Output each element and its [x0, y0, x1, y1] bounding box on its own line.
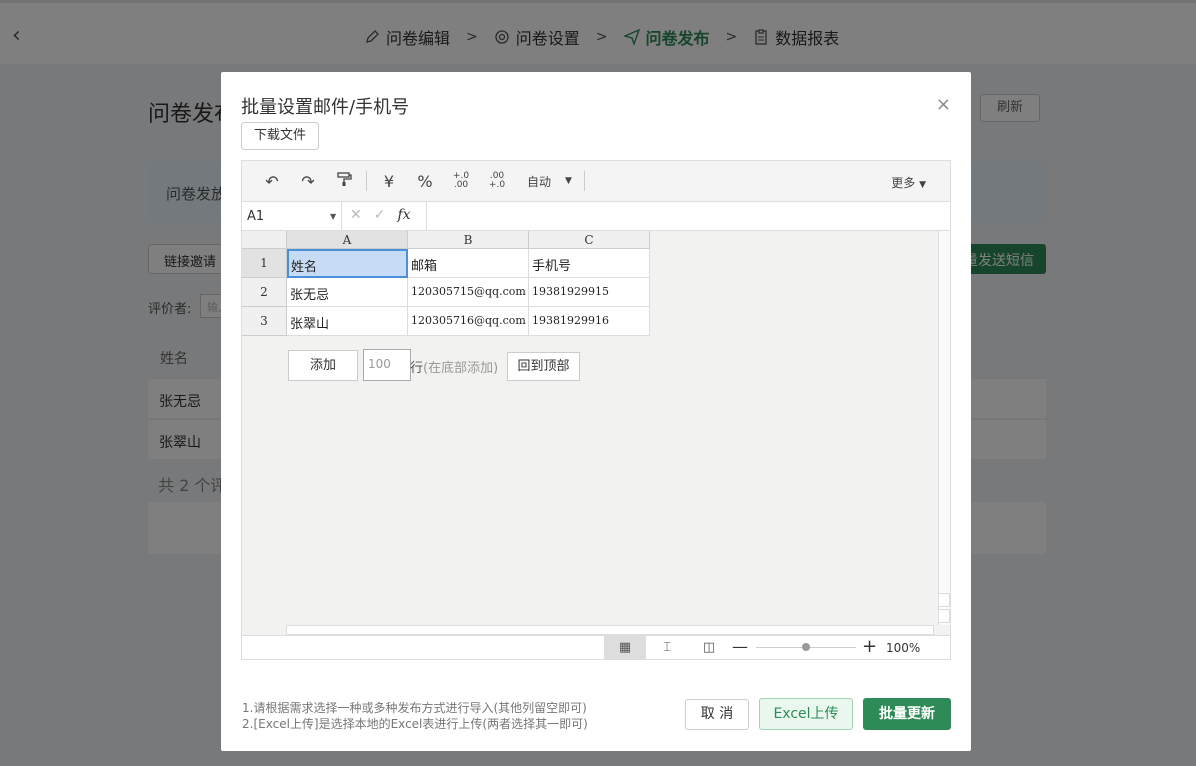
- zoom-slider-handle[interactable]: [802, 643, 810, 651]
- add-rows-unit: 行: [410, 361, 424, 376]
- zoom-level: 100%: [886, 641, 921, 655]
- add-rows-hint: 行(在底部添加): [410, 357, 498, 376]
- cell-c1[interactable]: 手机号: [529, 249, 650, 278]
- function-icon[interactable]: fx: [397, 207, 410, 223]
- chevron-down-icon[interactable]: ▼: [330, 212, 336, 221]
- chevron-down-icon: ▼: [919, 180, 926, 190]
- vertical-scrollbar[interactable]: [938, 231, 950, 625]
- column-header-a[interactable]: A: [287, 231, 408, 249]
- spreadsheet-statusbar: ▦ ⌶ ◫ — + 100%: [242, 635, 950, 659]
- help-note: 1.请根据需求选择一种或多种发布方式进行导入(其他列留空即可): [242, 701, 587, 715]
- spreadsheet-editor: ↶ ↷ ¥ % +.0.00 .00 +.0 自动 ▼ 更多 ▼ A1 ▼ ✕ ✓…: [241, 160, 951, 660]
- cancel-button[interactable]: 取 消: [685, 699, 749, 730]
- cell-a3[interactable]: 张翠山: [287, 307, 408, 336]
- add-rows-hint-text: (在底部添加): [423, 361, 499, 376]
- row-header[interactable]: 1: [242, 249, 287, 278]
- percent-format-button[interactable]: %: [407, 172, 443, 191]
- back-to-top-button[interactable]: 回到顶部: [507, 352, 580, 381]
- redo-icon[interactable]: ↷: [290, 172, 326, 191]
- chevron-down-icon[interactable]: ▼: [565, 176, 572, 186]
- cell-a2[interactable]: 张无忌: [287, 278, 408, 307]
- row-header[interactable]: 3: [242, 307, 287, 336]
- cell-b1[interactable]: 邮箱: [408, 249, 529, 278]
- increase-decimal-bottom: .00: [453, 180, 469, 190]
- download-file-button[interactable]: 下载文件: [241, 122, 319, 150]
- cell-b2[interactable]: 120305715@qq.com: [408, 278, 529, 307]
- column-header-b[interactable]: B: [408, 231, 529, 249]
- more-menu-label: 更多: [891, 176, 916, 190]
- row-header[interactable]: 2: [242, 278, 287, 307]
- spreadsheet-toolbar: ↶ ↷ ¥ % +.0.00 .00 +.0 自动 ▼ 更多 ▼: [242, 161, 950, 202]
- formula-divider: [426, 202, 427, 230]
- undo-icon[interactable]: ↶: [254, 172, 290, 191]
- format-painter-icon[interactable]: [326, 171, 362, 191]
- batch-set-dialog: 批量设置邮件/手机号 × 下载文件 ↶ ↷ ¥ % +.0.00 .00 +.0 …: [221, 72, 971, 751]
- decrease-decimal-button[interactable]: .00 +.0: [479, 172, 515, 190]
- more-menu-button[interactable]: 更多 ▼: [891, 174, 926, 191]
- cell-c3[interactable]: 19381929916: [529, 307, 650, 336]
- zoom-out-icon[interactable]: —: [732, 637, 748, 656]
- decrease-decimal-bottom: +.0: [488, 180, 506, 190]
- select-all-corner[interactable]: [242, 231, 287, 249]
- toolbar-divider: [366, 171, 367, 191]
- page-break-view-icon[interactable]: ⌶: [652, 636, 682, 659]
- close-icon[interactable]: ×: [936, 94, 951, 115]
- formula-actions: ✕ ✓ fx: [350, 207, 411, 223]
- cell-a1[interactable]: 姓名: [287, 249, 408, 278]
- toolbar-divider: [583, 171, 585, 191]
- dialog-title: 批量设置邮件/手机号: [241, 97, 410, 118]
- cancel-formula-icon[interactable]: ✕: [350, 207, 362, 223]
- help-note: 2.[Excel上传]是选择本地的Excel表进行上传(两者选择其一即可): [242, 717, 588, 731]
- formula-bar: A1 ▼ ✕ ✓ fx: [242, 202, 950, 231]
- scroll-down-arrow[interactable]: [938, 609, 950, 623]
- batch-update-button[interactable]: 批量更新: [863, 698, 951, 730]
- number-format-select[interactable]: 自动: [527, 173, 551, 190]
- add-rows-button[interactable]: 添加: [288, 350, 358, 381]
- currency-format-button[interactable]: ¥: [371, 172, 407, 191]
- zoom-in-icon[interactable]: +: [862, 636, 877, 657]
- horizontal-scrollbar[interactable]: [286, 625, 934, 635]
- confirm-formula-icon[interactable]: ✓: [374, 207, 386, 223]
- page-layout-view-icon[interactable]: ◫: [694, 636, 724, 659]
- scroll-up-arrow[interactable]: [938, 593, 950, 607]
- excel-upload-button[interactable]: Excel上传: [759, 698, 853, 730]
- cell-c2[interactable]: 19381929915: [529, 278, 650, 307]
- normal-view-icon[interactable]: ▦: [604, 636, 646, 659]
- cell-b3[interactable]: 120305716@qq.com: [408, 307, 529, 336]
- add-rows-count-input[interactable]: 100: [363, 349, 411, 381]
- increase-decimal-button[interactable]: +.0.00: [443, 172, 479, 190]
- help-notes: 1.请根据需求选择一种或多种发布方式进行导入(其他列留空即可) 2.[Excel…: [242, 700, 588, 732]
- column-header-c[interactable]: C: [529, 231, 650, 249]
- cell-reference-box[interactable]: A1: [242, 202, 342, 230]
